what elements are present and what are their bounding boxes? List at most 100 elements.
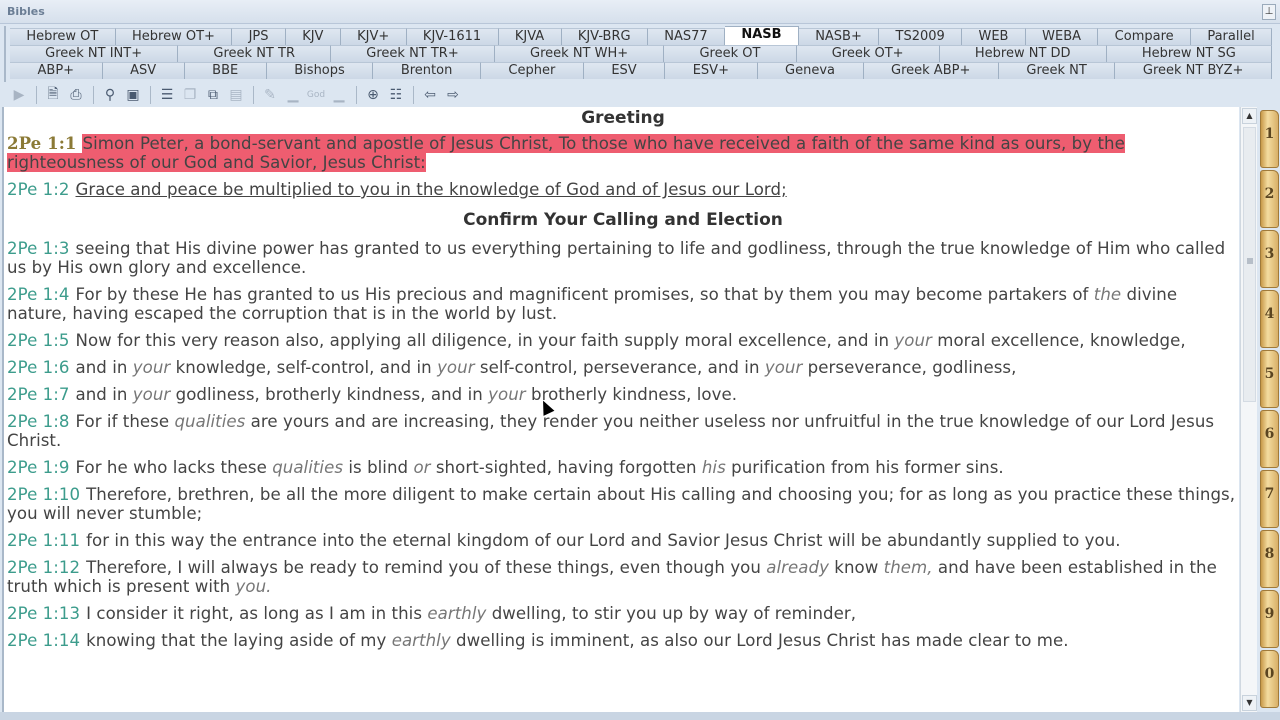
verse-reference[interactable]: 2Pe 1:10	[7, 485, 80, 504]
section-heading-calling: Confirm Your Calling and Election	[463, 210, 783, 230]
scroll-down-button[interactable]: ▼	[1242, 695, 1257, 711]
verse-reference[interactable]: 2Pe 1:14	[7, 631, 80, 650]
verse-reference[interactable]: 2Pe 1:4	[7, 285, 70, 304]
chapter-1-button[interactable]: 1	[1260, 110, 1279, 168]
verse-2pe-1-4[interactable]: 2Pe 1:4 For by these He has granted to us…	[7, 285, 1239, 323]
verse-2pe-1-12[interactable]: 2Pe 1:12 Therefore, I will always be read…	[7, 558, 1239, 596]
copy-special-icon[interactable]: ▤	[225, 85, 247, 105]
tab-greek-nt-tr[interactable]: Greek NT TR	[178, 45, 332, 62]
tab-nas77[interactable]: NAS77	[647, 28, 725, 45]
tab-ts2009[interactable]: TS2009	[879, 28, 963, 45]
chapter-7-button[interactable]: 7	[1260, 470, 1279, 528]
pin-icon[interactable]: ⊥	[1262, 4, 1276, 20]
tab-greek-nt-int[interactable]: Greek NT INT+	[10, 45, 179, 62]
tab-nasb[interactable]: NASB	[724, 26, 799, 45]
verse-2pe-1-5[interactable]: 2Pe 1:5 Now for this very reason also, ap…	[7, 331, 1239, 350]
chapter-4-button[interactable]: 4	[1260, 290, 1279, 348]
verse-reference[interactable]: 2Pe 1:11	[7, 531, 80, 550]
tab-kjv[interactable]: KJV	[285, 28, 341, 45]
verse-2pe-1-9[interactable]: 2Pe 1:9 For he who lacks these qualities …	[7, 458, 1239, 477]
verse-2pe-1-8[interactable]: 2Pe 1:8 For if these qualities are yours …	[7, 412, 1239, 450]
expand-arrow-icon[interactable]: ▶	[8, 85, 30, 105]
chapter-9-button[interactable]: 9	[1260, 590, 1279, 648]
tab-esv[interactable]: ESV	[583, 62, 666, 79]
tab-hebrew-ot[interactable]: Hebrew OT+	[115, 28, 233, 45]
binoculars-search-icon[interactable]: ⚲	[99, 85, 121, 105]
tab-weba[interactable]: WEBA	[1025, 28, 1099, 45]
tab-parallel[interactable]: Parallel	[1190, 28, 1273, 45]
vertical-scrollbar[interactable]: ▲ ▼	[1240, 107, 1257, 712]
tab-greek-abp[interactable]: Greek ABP+	[863, 62, 999, 79]
tab-geneva[interactable]: Geneva	[757, 62, 864, 79]
tab-nasb[interactable]: NASB+	[798, 28, 880, 45]
bible-text-pane[interactable]: Greeting 2Pe 1:1 Simon Peter, a bond-serv…	[2, 107, 1239, 712]
tab-abp[interactable]: ABP+	[10, 62, 103, 79]
sync-back-icon[interactable]: ⇦	[419, 85, 441, 105]
tab-greek-nt-wh[interactable]: Greek NT WH+	[494, 45, 665, 62]
verse-reference[interactable]: 2Pe 1:8	[7, 412, 70, 431]
verse-reference[interactable]: 2Pe 1:6	[7, 358, 70, 377]
verse-2pe-1-10[interactable]: 2Pe 1:10 Therefore, brethren, be all the …	[7, 485, 1239, 523]
verse-reference[interactable]: 2Pe 1:13	[7, 604, 80, 623]
verse-reference[interactable]: 2Pe 1:1	[7, 133, 76, 153]
tab-kjv-brg[interactable]: KJV-BRG	[561, 28, 648, 45]
tab-hebrew-nt-sg[interactable]: Hebrew NT SG	[1106, 45, 1272, 62]
tab-esv[interactable]: ESV+	[665, 62, 758, 79]
copy-add-icon[interactable]: ⧉	[202, 85, 224, 105]
verse-reference[interactable]: 2Pe 1:3	[7, 239, 70, 258]
highlight-icon[interactable]: ✎	[259, 85, 281, 105]
lookup-icon[interactable]: ▣	[122, 85, 144, 105]
verse-2pe-1-1[interactable]: 2Pe 1:1 Simon Peter, a bond-servant and a…	[7, 134, 1239, 172]
verse-text: seeing that His divine power has granted…	[7, 239, 1226, 277]
tab-hebrew-nt-dd[interactable]: Hebrew NT DD	[939, 45, 1107, 62]
verse-2pe-1-13[interactable]: 2Pe 1:13 I consider it right, as long as …	[7, 604, 1239, 623]
verse-2pe-1-3[interactable]: 2Pe 1:3 seeing that His divine power has …	[7, 239, 1239, 277]
copy-verses-icon[interactable]: ☰	[156, 85, 178, 105]
verse-reference[interactable]: 2Pe 1:5	[7, 331, 70, 350]
tab-bbe[interactable]: BBE	[184, 62, 267, 79]
tab-cepher[interactable]: Cepher	[480, 62, 584, 79]
verse-2pe-1-2[interactable]: 2Pe 1:2 Grace and peace be multiplied to …	[7, 180, 1239, 199]
chapter-5-button[interactable]: 5	[1260, 350, 1279, 408]
tab-kjv-1611[interactable]: KJV-1611	[406, 28, 499, 45]
split-view-icon[interactable]: ☷	[385, 85, 407, 105]
zoom-in-icon[interactable]: ⊕	[362, 85, 384, 105]
tab-hebrew-ot[interactable]: Hebrew OT	[10, 28, 116, 45]
tab-compare[interactable]: Compare	[1098, 28, 1191, 45]
scroll-thumb[interactable]	[1243, 127, 1256, 402]
highlight-2-icon[interactable]: ▁	[282, 85, 304, 105]
chapter-3-button[interactable]: 3	[1260, 230, 1279, 288]
god-font-icon[interactable]: God	[305, 85, 327, 105]
tab-greek-nt-tr[interactable]: Greek NT TR+	[331, 45, 495, 62]
chapter-0-button[interactable]: 0	[1260, 650, 1279, 708]
tab-greek-ot[interactable]: Greek OT	[664, 45, 797, 62]
sync-forward-icon[interactable]: ⇨	[442, 85, 464, 105]
verse-2pe-1-11[interactable]: 2Pe 1:11 for in this way the entrance int…	[7, 531, 1239, 550]
tab-web[interactable]: WEB	[962, 28, 1026, 45]
tab-greek-nt-byz[interactable]: Greek NT BYZ+	[1115, 62, 1272, 79]
verse-reference[interactable]: 2Pe 1:7	[7, 385, 70, 404]
chapter-6-button[interactable]: 6	[1260, 410, 1279, 468]
tab-brenton[interactable]: Brenton	[373, 62, 481, 79]
tab-kjv[interactable]: KJV+	[340, 28, 407, 45]
scroll-grip	[1247, 258, 1253, 264]
verse-2pe-1-6[interactable]: 2Pe 1:6 and in your knowledge, self-contr…	[7, 358, 1239, 377]
chapter-2-button[interactable]: 2	[1260, 170, 1279, 228]
verse-reference[interactable]: 2Pe 1:12	[7, 558, 80, 577]
highlight-3-icon[interactable]: ▁	[328, 85, 350, 105]
tab-jps[interactable]: JPS	[232, 28, 286, 45]
chapter-8-button[interactable]: 8	[1260, 530, 1279, 588]
copy-icon[interactable]: ❐	[179, 85, 201, 105]
verse-2pe-1-14[interactable]: 2Pe 1:14 knowing that the laying aside of…	[7, 631, 1239, 650]
verse-reference[interactable]: 2Pe 1:9	[7, 458, 70, 477]
tab-greek-ot[interactable]: Greek OT+	[796, 45, 940, 62]
tab-kjva[interactable]: KJVA	[498, 28, 562, 45]
verse-2pe-1-7[interactable]: 2Pe 1:7 and in your godliness, brotherly …	[7, 385, 1239, 404]
print-preview-icon[interactable]: 🗎	[42, 85, 64, 105]
verse-reference[interactable]: 2Pe 1:2	[7, 180, 70, 199]
print-icon[interactable]: ⎙	[65, 85, 87, 105]
tab-greek-nt[interactable]: Greek NT	[998, 62, 1116, 79]
tab-bishops[interactable]: Bishops	[266, 62, 374, 79]
scroll-up-button[interactable]: ▲	[1242, 108, 1257, 124]
tab-asv[interactable]: ASV	[102, 62, 185, 79]
